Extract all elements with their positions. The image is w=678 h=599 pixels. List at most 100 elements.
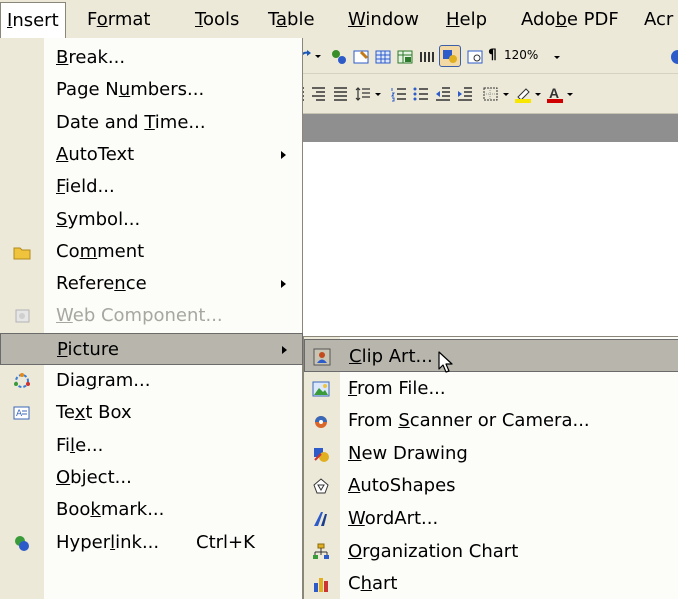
label-text: Acr [644, 9, 674, 30]
tables-borders-icon[interactable] [352, 48, 370, 66]
justify-icon[interactable] [332, 85, 350, 103]
label-text: icture [67, 338, 119, 360]
menu-item-break[interactable]: Break... [0, 42, 303, 74]
submenu-item-label: New Drawing [348, 437, 468, 470]
menu-item-symbol[interactable]: Symbol... [0, 204, 303, 236]
menu-item-reference[interactable]: Reference [0, 268, 303, 300]
menu-item-label: Hyperlink... [56, 527, 159, 559]
submenu-item-chart[interactable]: Chart [304, 567, 678, 599]
zoom-dropdown-icon[interactable] [552, 48, 562, 66]
menu-item-web-component[interactable]: Web Component... [0, 300, 303, 332]
document-map-icon[interactable] [466, 48, 484, 66]
label-text: canner or Camera... [409, 410, 590, 432]
menu-item-file[interactable]: File... [0, 430, 303, 462]
access-key: W [56, 305, 73, 327]
menu-window[interactable]: Window [342, 2, 425, 38]
submenu-item-from-scanner-or-camera[interactable]: From Scanner or Camera... [304, 404, 678, 437]
bullets-icon[interactable] [412, 85, 430, 103]
menu-acr[interactable]: Acr [638, 2, 678, 38]
menu-help[interactable]: Help [440, 2, 493, 38]
insert-table-icon[interactable] [374, 48, 392, 66]
menu-item-diagram[interactable]: Diagram... [0, 365, 303, 397]
access-key: k [90, 499, 101, 521]
redo-dropdown-icon[interactable] [314, 47, 322, 65]
label-text: mbers... [130, 79, 205, 101]
label-text: t Box [85, 402, 132, 424]
menu-item-bookmark[interactable]: Bookmark... [0, 494, 303, 526]
outside-border-icon[interactable] [482, 85, 500, 103]
columns-icon[interactable] [418, 48, 436, 66]
menu-insert[interactable]: Insert [0, 2, 66, 40]
label-text: utoShapes [360, 475, 456, 497]
submenu-arrow-icon [282, 345, 287, 354]
menu-item-date-and-time[interactable]: Date and Time... [0, 107, 303, 139]
wordart-icon [312, 510, 330, 528]
submenu-item-new-drawing[interactable]: New Drawing [304, 437, 678, 470]
menu-item-label: Bookmark... [56, 494, 164, 526]
line-spacing-icon[interactable] [354, 85, 372, 103]
menu-item-page-numbers[interactable]: Page Numbers... [0, 74, 303, 106]
label-text: Ado [521, 9, 556, 30]
align-right-icon[interactable] [310, 85, 328, 103]
diagram-icon [12, 372, 32, 390]
highlight-icon[interactable] [514, 85, 532, 103]
submenu-item-autoshapes[interactable]: AutoShapes [304, 469, 678, 502]
menu-table[interactable]: Table [262, 2, 321, 38]
label-text: Refere [56, 273, 115, 295]
label-text: bject... [70, 466, 132, 488]
from-file-icon [312, 380, 330, 398]
menu-item-picture[interactable]: Picture [0, 332, 303, 365]
decrease-indent-icon[interactable] [434, 85, 452, 103]
increase-indent-icon[interactable] [456, 85, 474, 103]
menu-format[interactable]: Format [81, 2, 156, 38]
submenu-item-wordart[interactable]: WordArt... [304, 502, 678, 535]
access-key: W [348, 9, 366, 30]
label-text: ment [97, 240, 145, 262]
menu-item-label: Break... [56, 42, 125, 74]
zoom-box[interactable]: 120% [504, 48, 538, 62]
submenu-item-organization-chart[interactable]: Organization Chart [304, 535, 678, 568]
access-key: S [56, 208, 68, 230]
insert-excel-icon[interactable] [396, 48, 414, 66]
menu-item-autotext[interactable]: AutoText [0, 139, 303, 171]
insert-hyperlink-icon[interactable] [330, 48, 348, 66]
access-key: N [348, 442, 362, 464]
highlight-dropdown-icon[interactable] [534, 85, 542, 103]
submenu-arrow-icon [281, 150, 286, 159]
label-text: art [372, 573, 398, 595]
help-icon[interactable] [670, 48, 678, 66]
submenu-item-clip-art[interactable]: Clip Art... [304, 339, 678, 372]
label-text: ble [287, 9, 315, 30]
menu-tools[interactable]: Tools [189, 2, 245, 38]
menu-item-label: Text Box [56, 397, 132, 429]
hyperlink-icon [12, 534, 32, 552]
menu-item-comment[interactable]: Comment [0, 236, 303, 268]
menu-item-label: Web Component... [56, 300, 223, 332]
new-drawing-icon [312, 445, 330, 463]
menu-adobe-pdf[interactable]: Adobe PDF [515, 2, 625, 38]
access-key: o [96, 9, 108, 30]
label-text: Te [56, 402, 75, 424]
picture-submenu: Clip Art... From File... From Scanner or C… [303, 336, 678, 599]
menu-item-hyperlink[interactable]: Hyperlink... Ctrl+K [0, 527, 303, 559]
line-spacing-dropdown-icon[interactable] [374, 85, 382, 103]
submenu-item-label: AutoShapes [348, 469, 456, 502]
menu-item-text-box[interactable]: A Text Box [0, 397, 303, 429]
border-dropdown-icon[interactable] [502, 85, 510, 103]
mouse-pointer-icon [437, 351, 457, 375]
menu-item-label: Diagram... [56, 365, 150, 397]
menu-item-field[interactable]: Field... [0, 171, 303, 203]
svg-text:A: A [549, 85, 559, 101]
show-hide-formatting[interactable]: ¶ [488, 47, 497, 63]
label-text: Fi [56, 434, 71, 456]
label-text: From [348, 410, 399, 432]
numbering-icon[interactable] [390, 85, 408, 103]
font-color-dropdown-icon[interactable] [566, 85, 574, 103]
menu-item-object[interactable]: Object... [0, 462, 303, 494]
standard-toolbar: ¶ 120% [290, 40, 678, 74]
label-text: ield... [65, 176, 115, 198]
font-color-icon[interactable]: A [546, 85, 564, 103]
submenu-item-from-file[interactable]: From File... [304, 372, 678, 405]
drawing-icon[interactable] [439, 45, 461, 67]
label-text: indow [365, 9, 419, 30]
